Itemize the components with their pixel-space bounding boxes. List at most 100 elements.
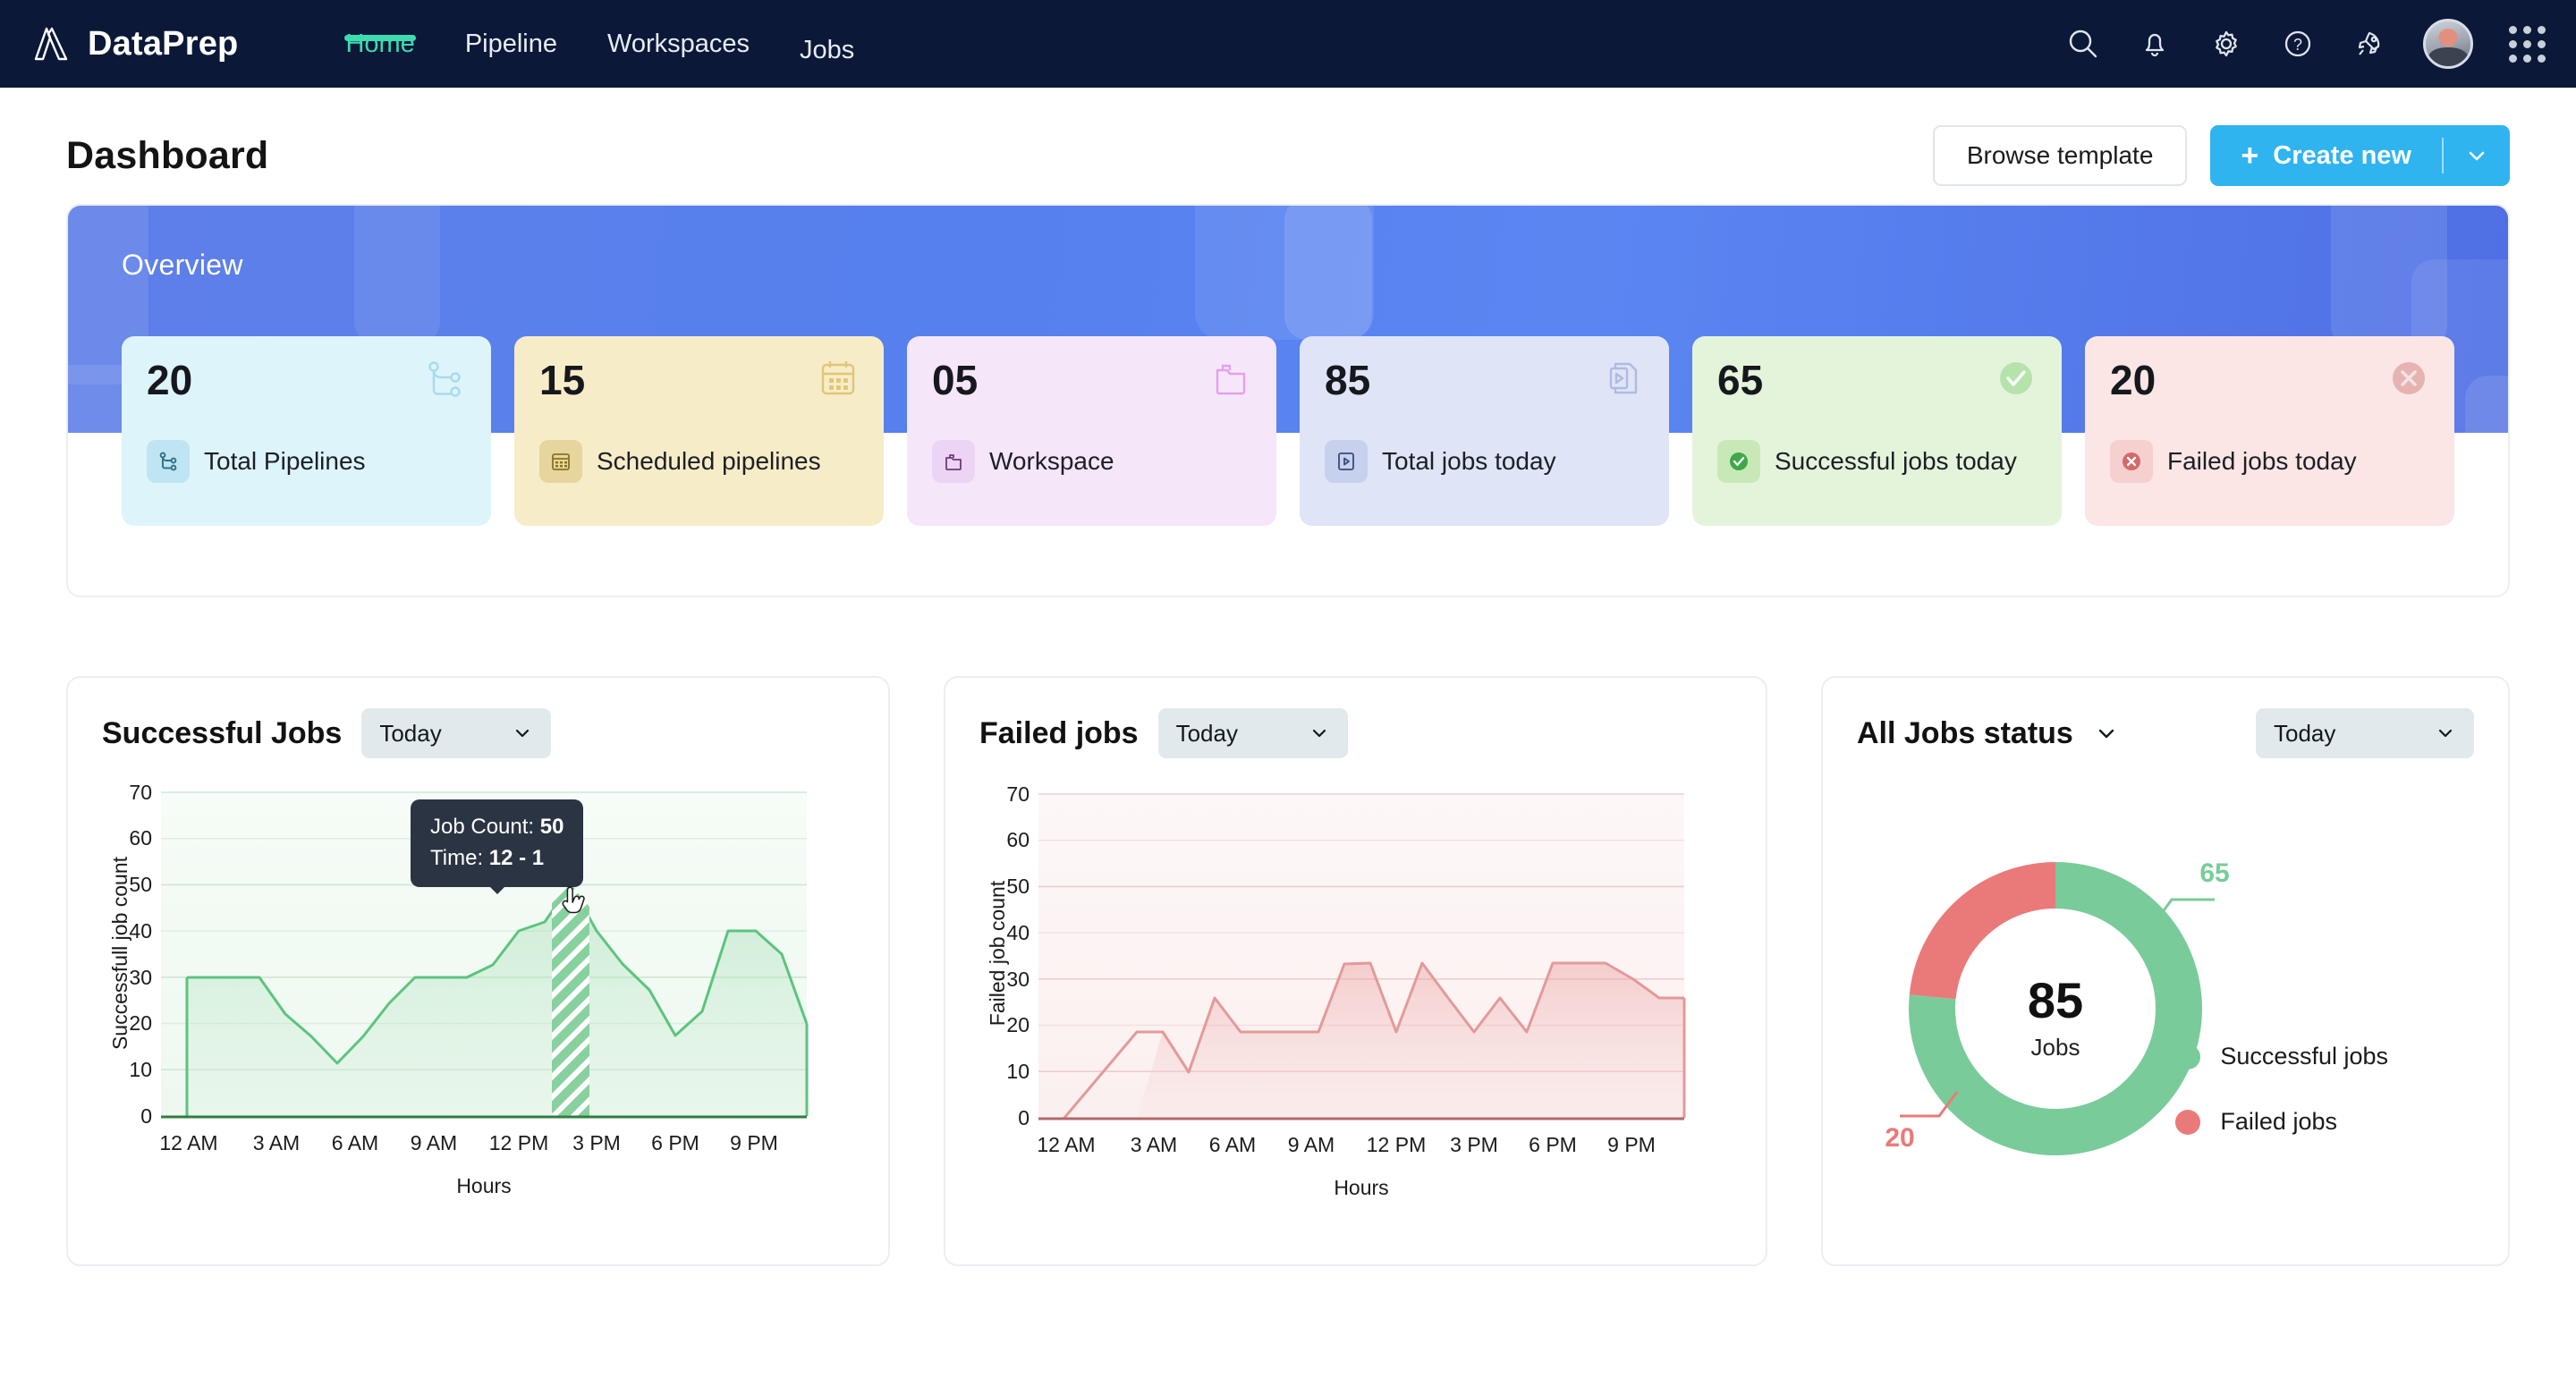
avatar[interactable] [2423, 19, 2473, 69]
gear-icon[interactable] [2208, 26, 2244, 62]
brand[interactable]: DataPrep [30, 23, 238, 64]
stat-label: Total jobs today [1382, 447, 1556, 475]
decor-shape [1284, 206, 1372, 340]
y-axis-title: Failed job count [986, 880, 1009, 1026]
pipeline-branch-icon [147, 440, 190, 483]
stat-value: 15 [539, 357, 586, 403]
legend-item-successful[interactable]: Successful jobs [2175, 1043, 2388, 1070]
svg-text:0: 0 [1018, 1106, 1030, 1129]
nav-item-jobs[interactable]: Jobs [775, 0, 879, 65]
top-navigation-bar: DataPrep Home Pipeline Workspaces Jobs ? [0, 0, 2576, 88]
create-new-button[interactable]: + Create new [2210, 125, 2510, 186]
svg-text:10: 10 [129, 1058, 152, 1081]
decor-shape [354, 206, 440, 345]
page-container: Dashboard Browse template + Create new O… [0, 107, 2576, 1266]
legend-label: Successful jobs [2220, 1043, 2388, 1070]
stat-card-successful-jobs-today[interactable]: 65 Successful jobs today [1692, 336, 2062, 526]
search-icon[interactable] [2065, 26, 2101, 62]
help-icon[interactable]: ? [2280, 26, 2316, 62]
create-new-label-wrap[interactable]: + Create new [2210, 125, 2442, 186]
chevron-down-icon [1312, 729, 1326, 738]
stat-label: Scheduled pipelines [597, 447, 821, 475]
stat-label: Successful jobs today [1775, 447, 2017, 475]
stat-value: 05 [932, 357, 979, 403]
svg-text:60: 60 [129, 826, 152, 850]
pipeline-branch-icon [421, 356, 468, 407]
stat-value: 85 [1325, 357, 1371, 403]
all-jobs-status-range-dropdown[interactable]: Today [2256, 708, 2474, 758]
page-actions: Browse template + Create new [1932, 125, 2510, 186]
dropdown-value: Today [2274, 719, 2336, 747]
stat-card-total-pipelines[interactable]: 20 Total Pipelines [122, 336, 491, 526]
topbar-actions: ? [2065, 19, 2546, 69]
stat-label: Total Pipelines [204, 447, 366, 475]
stat-card-scheduled-pipelines[interactable]: 15 Scheduled pipelines [514, 336, 884, 526]
successful-jobs-header: Successful Jobs Today [102, 708, 854, 758]
chevron-down-icon [516, 729, 530, 738]
y-axis-tick-labels: 70 60 50 40 30 20 10 0 [1006, 782, 1030, 1129]
decor-shape [2465, 376, 2508, 433]
stat-footer: Workspace [932, 440, 1114, 483]
check-circle-icon [1717, 440, 1760, 483]
donut-label-failed: 20 [1885, 1123, 1914, 1153]
tooltip-count-row: Job Count: 50 [430, 812, 564, 843]
y-axis-title: Successfull job count [108, 856, 131, 1050]
calendar-icon [816, 356, 860, 405]
charts-row: Successful Jobs Today 70 60 50 40 30 20 … [66, 676, 2510, 1266]
stat-label: Failed jobs today [2167, 447, 2357, 475]
svg-text:3 AM: 3 AM [1131, 1133, 1177, 1156]
x-circle-icon [2386, 356, 2431, 405]
svg-text:9 AM: 9 AM [411, 1131, 457, 1154]
bell-icon[interactable] [2137, 26, 2173, 62]
donut-center-label: Jobs [2031, 1034, 2080, 1061]
failed-jobs-title: Failed jobs [979, 715, 1139, 750]
all-jobs-status-card: All Jobs status Today 85 Jobs 65 20 Succ… [1821, 676, 2510, 1266]
stat-card-workspace[interactable]: 05 Workspace [907, 336, 1276, 526]
title-chevron-down-icon[interactable] [2093, 720, 2120, 747]
svg-text:6 PM: 6 PM [651, 1131, 699, 1154]
donut-chart[interactable]: 85 Jobs [1909, 862, 2202, 1155]
job-play-icon [1325, 440, 1368, 483]
y-axis-tick-labels: 70 60 50 40 30 20 10 0 [129, 781, 152, 1128]
failed-jobs-header: Failed jobs Today [979, 708, 1732, 758]
svg-text:60: 60 [1006, 828, 1030, 851]
nav-item-workspaces[interactable]: Workspaces [582, 0, 775, 59]
svg-text:40: 40 [1006, 921, 1030, 944]
chevron-down-icon [2469, 151, 2485, 161]
check-circle-icon [1994, 356, 2038, 405]
svg-text:40: 40 [129, 919, 152, 943]
donut-center-value: 85 [2028, 972, 2083, 1028]
successful-jobs-plot: 70 60 50 40 30 20 10 0 12 AM 3 AM 6 AM 9… [102, 774, 854, 1217]
browse-template-button[interactable]: Browse template [1932, 125, 2188, 186]
failed-jobs-range-dropdown[interactable]: Today [1157, 708, 1348, 758]
page-header: Dashboard Browse template + Create new [66, 107, 2510, 204]
failed-jobs-svg: 70 60 50 40 30 20 10 0 12 AM 3 AM 6 AM 9… [986, 782, 1686, 1199]
stat-footer: Total jobs today [1325, 440, 1556, 483]
svg-text:70: 70 [129, 781, 152, 804]
svg-text:3 AM: 3 AM [253, 1131, 300, 1154]
tooltip-time-label: Time: [430, 845, 484, 870]
tooltip-count-value: 50 [539, 815, 564, 839]
stat-value: 20 [2110, 357, 2157, 403]
legend-color-swatch [2175, 1044, 2201, 1070]
nav-item-home[interactable]: Home [320, 0, 439, 59]
x-axis-title: Hours [456, 1174, 511, 1197]
create-new-dropdown-toggle[interactable] [2444, 125, 2510, 186]
nav-item-pipeline[interactable]: Pipeline [440, 0, 582, 59]
successful-jobs-range-dropdown[interactable]: Today [361, 708, 552, 758]
svg-text:9 AM: 9 AM [1288, 1133, 1335, 1156]
apps-grid-icon[interactable] [2509, 25, 2546, 63]
rocket-icon[interactable] [2351, 26, 2387, 62]
donut-label-successful: 65 [2199, 858, 2229, 888]
all-jobs-status-plot: 85 Jobs 65 20 Successful jobs Failed job… [1857, 774, 2474, 1226]
legend-label: Failed jobs [2220, 1108, 2337, 1135]
stat-card-failed-jobs-today[interactable]: 20 Failed jobs today [2085, 336, 2454, 526]
svg-text:50: 50 [129, 873, 152, 896]
stat-card-total-jobs-today[interactable]: 85 Total jobs today [1300, 336, 1669, 526]
svg-text:12 PM: 12 PM [1367, 1133, 1426, 1156]
legend-item-failed[interactable]: Failed jobs [2175, 1108, 2388, 1136]
svg-text:3 PM: 3 PM [1450, 1133, 1498, 1156]
x-axis-tick-labels: 12 AM 3 AM 6 AM 9 AM 12 PM 3 PM 6 PM 9 P… [159, 1131, 777, 1154]
create-new-label: Create new [2273, 140, 2411, 170]
all-jobs-status-header: All Jobs status Today [1857, 708, 2474, 758]
